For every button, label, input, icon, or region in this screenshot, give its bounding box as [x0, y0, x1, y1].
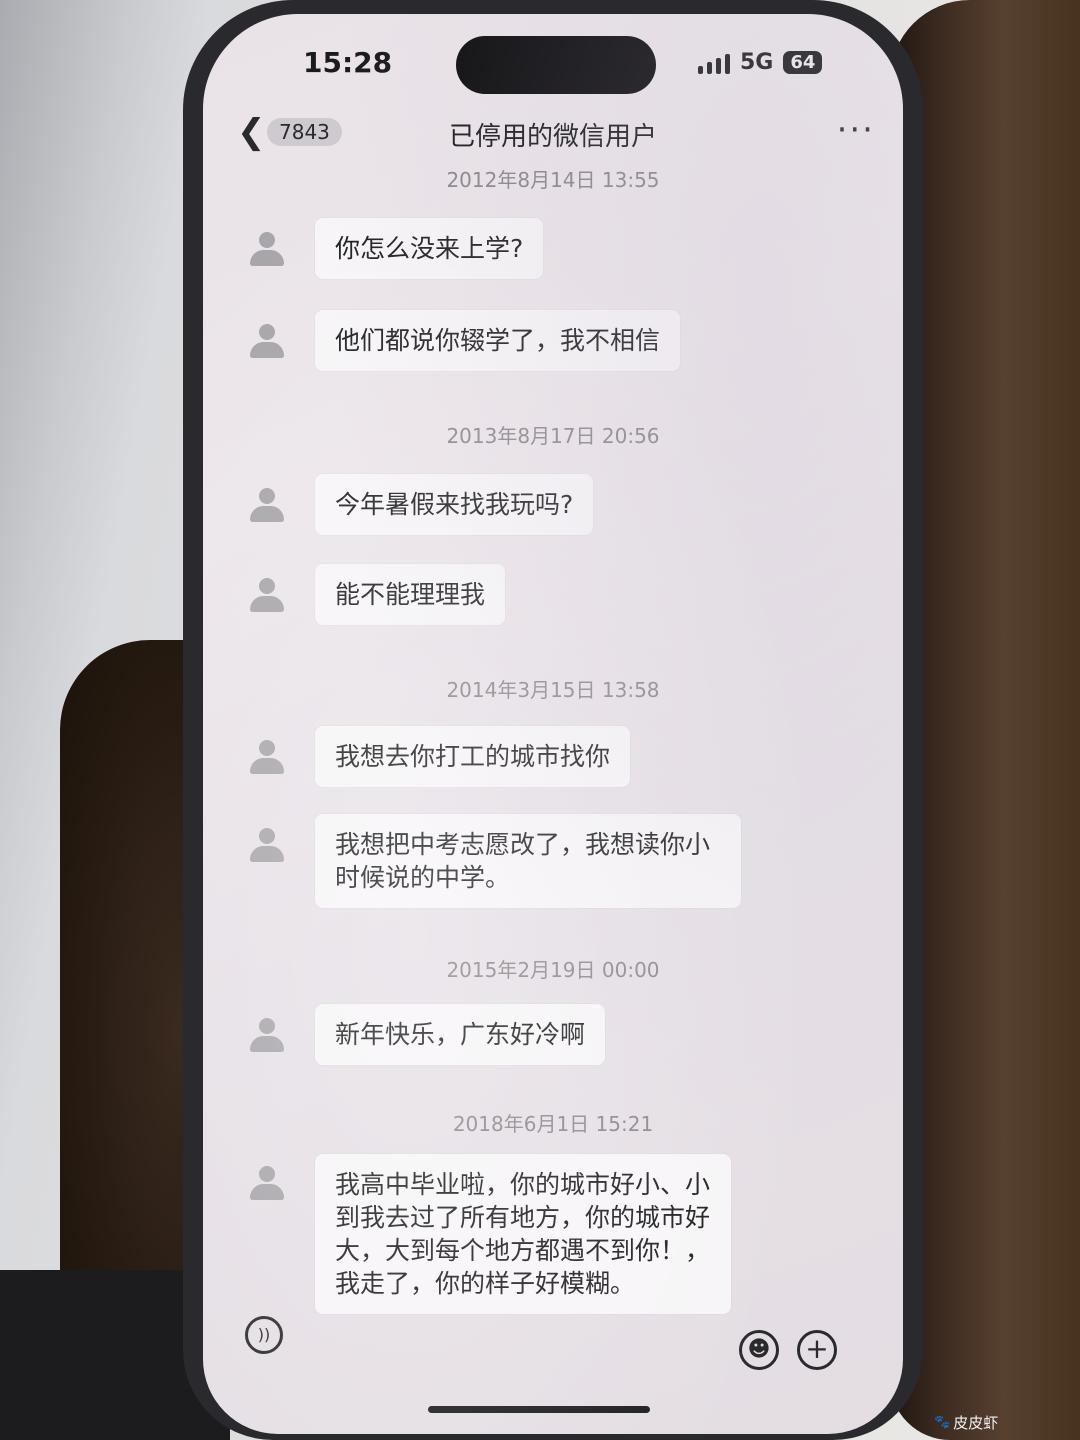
- message-timestamp: 2014年3月15日 13:58: [446, 678, 660, 702]
- contact-avatar[interactable]: [247, 322, 287, 362]
- contact-avatar[interactable]: [247, 826, 287, 866]
- message-bubble[interactable]: 能不能理理我: [315, 564, 506, 625]
- contact-avatar[interactable]: [247, 1016, 287, 1056]
- watermark-logo-icon: 🐾: [934, 1415, 951, 1430]
- battery-icon: 64: [783, 51, 823, 74]
- dynamic-island: [456, 36, 656, 94]
- message-bubble[interactable]: 新年快乐，广东好冷啊: [315, 1004, 606, 1065]
- phone-screen: 15:28 5G 64 ❮ 7843 已停用的微信用户 ··· 2012年8月1…: [203, 14, 903, 1434]
- home-indicator: [428, 1406, 650, 1413]
- voice-icon[interactable]: )): [245, 1316, 283, 1354]
- more-icon[interactable]: ···: [837, 110, 875, 150]
- contact-avatar[interactable]: [247, 1164, 287, 1204]
- contact-avatar[interactable]: [247, 738, 287, 778]
- contact-avatar[interactable]: [247, 576, 287, 616]
- message-bubble[interactable]: 我想把中考志愿改了，我想读你小时候说的中学。: [315, 814, 741, 908]
- message-bubble[interactable]: 你怎么没来上学?: [315, 218, 544, 279]
- signal-icon: [698, 52, 730, 74]
- message-timestamp: 2018年6月1日 15:21: [452, 1112, 654, 1136]
- contact-avatar[interactable]: [247, 486, 287, 526]
- input-bar: )) ☻ +: [203, 1314, 903, 1384]
- chat-header: ❮ 7843 已停用的微信用户 ···: [203, 102, 903, 162]
- plus-icon[interactable]: +: [797, 1330, 837, 1370]
- network-type: 5G: [740, 50, 774, 75]
- status-time: 15:28: [303, 46, 393, 79]
- message-bubble[interactable]: 他们都说你辍学了，我不相信: [315, 310, 681, 371]
- watermark: 🐾 皮皮虾: [934, 1412, 998, 1433]
- watermark-text: 皮皮虾: [953, 1414, 999, 1432]
- message-bubble[interactable]: 我高中毕业啦，你的城市好小、小到我去过了所有地方，你的城市好大，大到每个地方都遇…: [315, 1154, 731, 1314]
- message-bubble[interactable]: 今年暑假来找我玩吗?: [315, 474, 594, 535]
- status-indicators: 5G 64: [698, 50, 823, 75]
- chat-title: 已停用的微信用户: [448, 122, 657, 152]
- emoji-icon[interactable]: ☻: [739, 1330, 779, 1370]
- message-timestamp: 2013年8月17日 20:56: [446, 424, 660, 448]
- message-bubble[interactable]: 我想去你打工的城市找你: [315, 726, 631, 787]
- contact-avatar[interactable]: [247, 230, 287, 270]
- message-timestamp: 2012年8月14日 13:55: [446, 168, 660, 192]
- message-timestamp: 2015年2月19日 00:00: [446, 958, 660, 982]
